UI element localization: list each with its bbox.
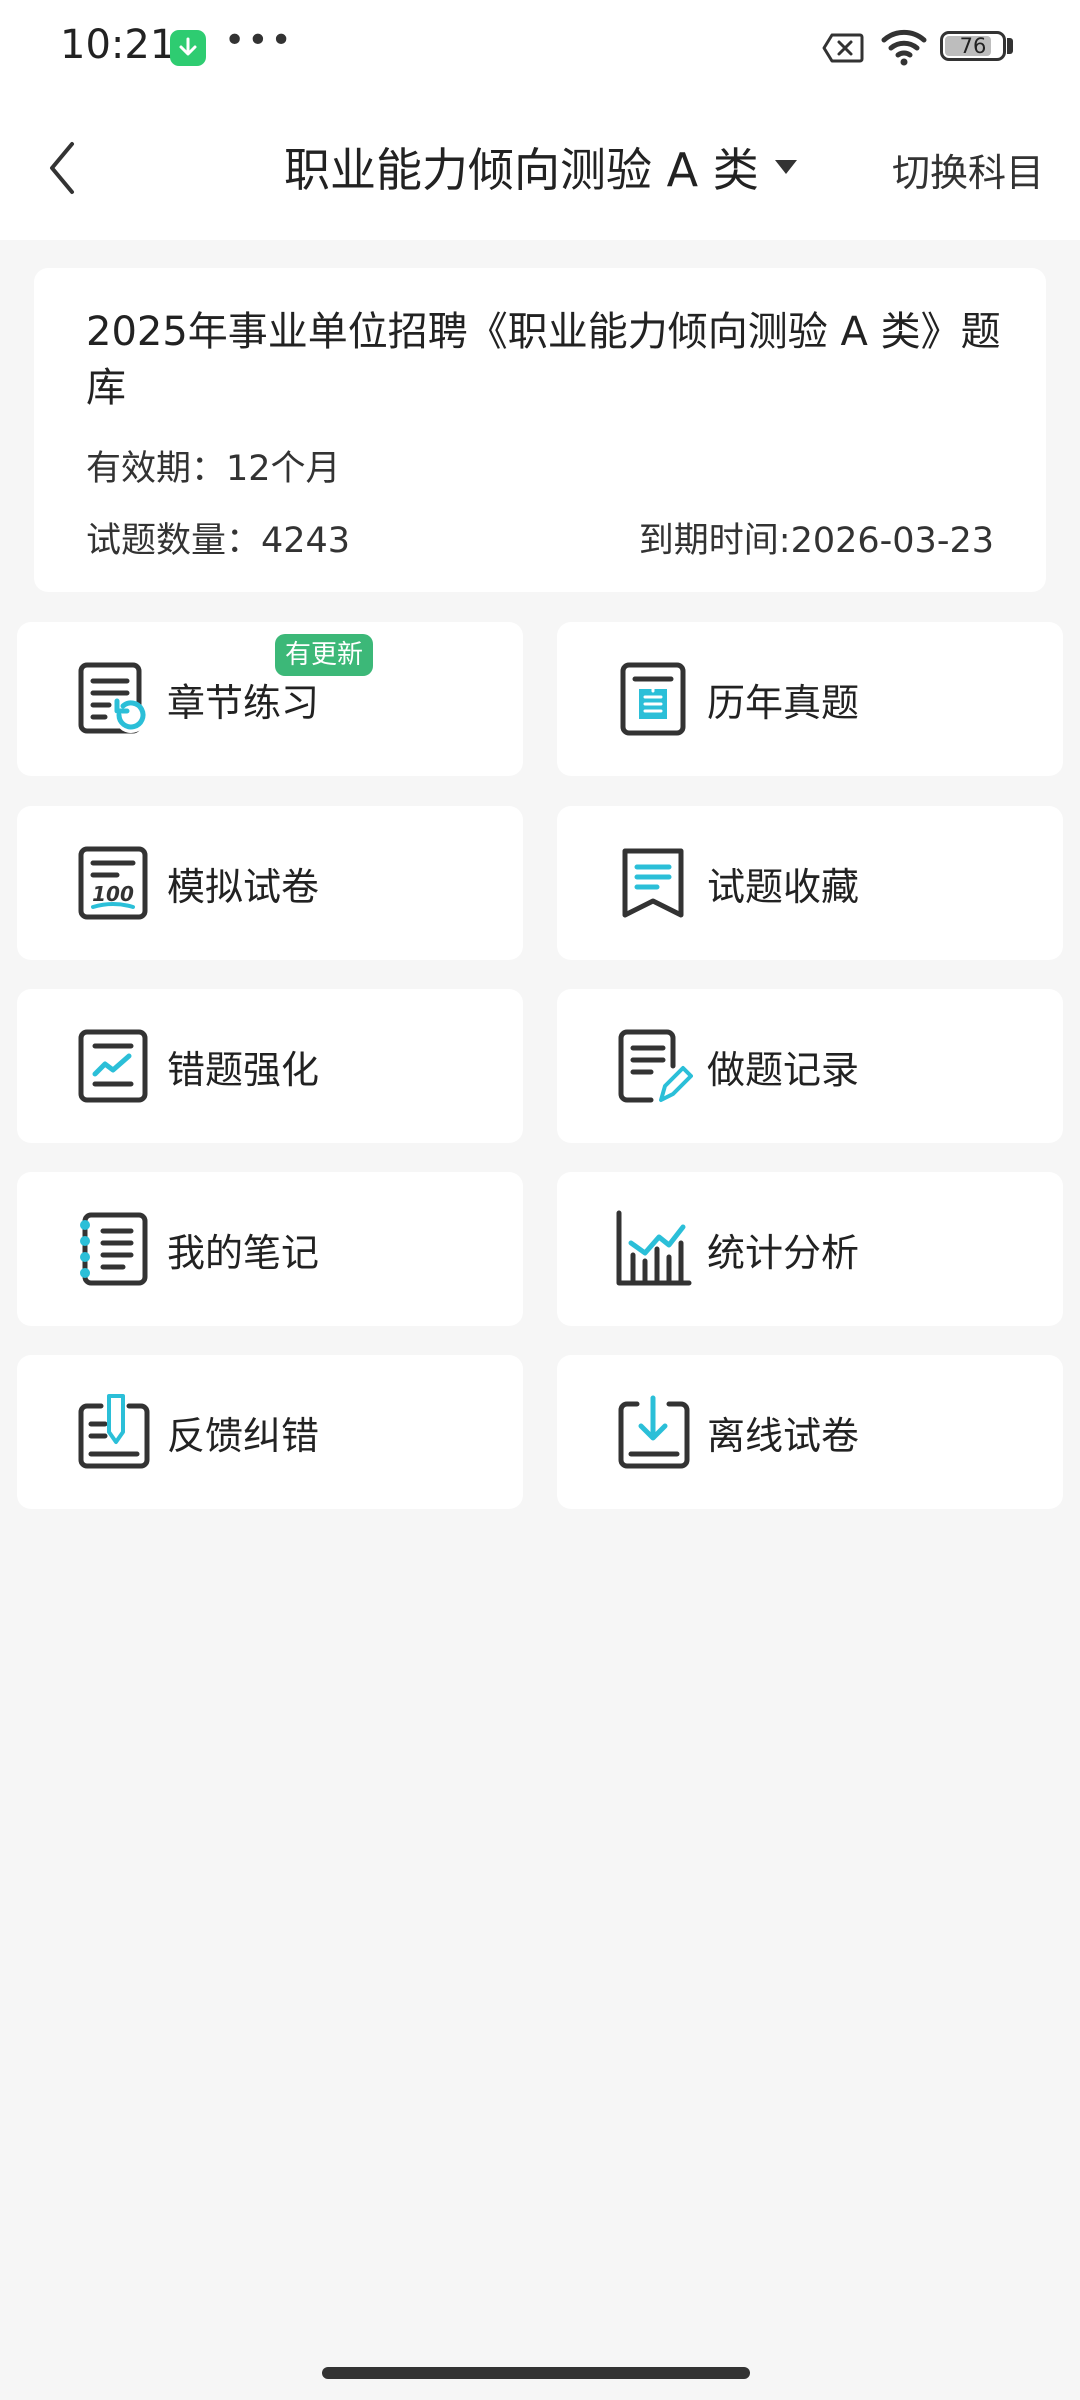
update-badge: 有更新 <box>275 634 374 676</box>
sim-off-icon <box>822 33 864 63</box>
back-button[interactable] <box>36 132 106 204</box>
mock-exam-icon: 100 <box>78 846 148 920</box>
menu-label: 错题强化 <box>167 1048 320 1092</box>
feedback-icon <box>78 1394 150 1469</box>
expiry-date: 到期时间:2026-03-23 <box>638 521 994 561</box>
more-dots-icon: ••• <box>224 20 294 61</box>
question-bank-info-card: 2025年事业单位招聘《职业能力倾向测验 A 类》题库 有效期：12个月 试题数… <box>34 268 1046 592</box>
statistics-icon <box>616 1210 692 1286</box>
subject-title[interactable]: 职业能力倾向测验 A 类 <box>284 134 759 200</box>
menu-label: 反馈纠错 <box>167 1414 320 1458</box>
menu-tile-wrong-questions[interactable]: 错题强化 <box>17 989 523 1143</box>
menu-tile-bookmark[interactable]: 试题收藏 <box>557 806 1063 960</box>
menu-tile-feedback[interactable]: 反馈纠错 <box>17 1355 523 1509</box>
question-bank-title: 2025年事业单位招聘《职业能力倾向测验 A 类》题库 <box>86 309 1001 411</box>
menu-label: 我的笔记 <box>167 1231 320 1275</box>
menu-label: 离线试卷 <box>707 1414 860 1458</box>
wrong-question-icon <box>78 1029 148 1103</box>
status-time: 10:21 <box>60 22 176 68</box>
menu-label: 模拟试卷 <box>167 865 320 909</box>
switch-subject-button[interactable]: 切换科目 <box>892 142 1044 197</box>
menu-tile-statistics[interactable]: 统计分析 <box>557 1172 1063 1326</box>
record-icon <box>618 1029 693 1103</box>
battery-tip <box>1007 38 1013 54</box>
menu-tile-mock-exam[interactable]: 100 模拟试卷 <box>17 806 523 960</box>
menu-label: 做题记录 <box>707 1048 860 1092</box>
validity-period: 有效期：12个月 <box>86 449 341 489</box>
menu-tile-past-papers[interactable]: 历年真题 <box>557 622 1063 776</box>
menu-tile-offline[interactable]: 离线试卷 <box>557 1355 1063 1509</box>
menu-label: 历年真题 <box>707 681 860 725</box>
menu-tile-record[interactable]: 做题记录 <box>557 989 1063 1143</box>
back-arrow-icon <box>50 142 74 194</box>
offline-download-icon <box>618 1395 690 1469</box>
chapter-practice-icon <box>78 662 147 734</box>
past-papers-icon <box>620 662 686 736</box>
notebook-icon <box>80 1212 148 1286</box>
bookmark-icon <box>622 848 684 918</box>
battery-icon: 76 <box>940 31 1006 61</box>
menu-label: 试题收藏 <box>707 865 860 909</box>
menu-tile-notes[interactable]: 我的笔记 <box>17 1172 523 1326</box>
question-count: 试题数量：4243 <box>86 521 351 561</box>
home-indicator[interactable] <box>322 2367 750 2379</box>
menu-label: 统计分析 <box>707 1231 860 1275</box>
status-bar: 10:21 ••• 76 <box>0 0 1080 96</box>
menu-tile-chapter-practice[interactable]: 章节练习 有更新 <box>17 622 523 776</box>
menu-label: 章节练习 <box>167 681 320 725</box>
battery-text: 76 <box>959 34 987 58</box>
download-icon <box>170 30 206 66</box>
wifi-icon <box>881 29 927 66</box>
nav-bar: 职业能力倾向测验 A 类 切换科目 <box>0 96 1080 240</box>
dropdown-triangle-icon[interactable] <box>774 159 798 175</box>
